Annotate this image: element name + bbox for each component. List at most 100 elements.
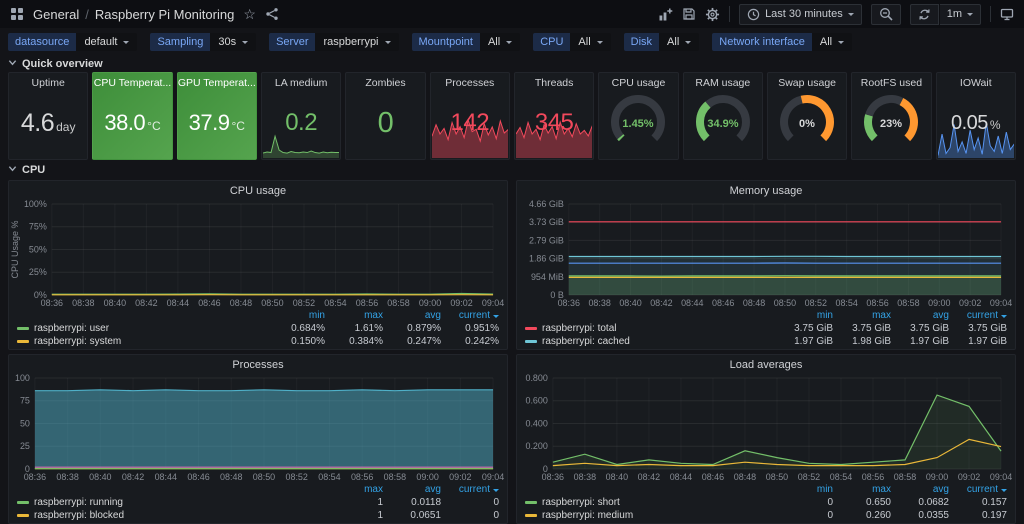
svg-text:08:44: 08:44 [155,472,177,482]
share-icon[interactable] [265,7,279,21]
save-dashboard-icon[interactable] [682,7,696,21]
legend-series-name[interactable]: raspberrypi: medium [525,510,775,521]
chart-plot[interactable]: 08:3608:3808:4008:4208:4408:4608:4808:50… [9,373,507,482]
legend-stat-current[interactable]: current [949,310,1007,321]
variable-label: Server [269,33,315,51]
variable-label: datasource [8,33,76,51]
legend-stat-min[interactable]: min [775,310,833,321]
legend-stat-value: 0 [441,497,499,508]
panel-title[interactable]: Swap usage [768,73,846,89]
legend-stat-value: 0.260 [833,510,891,521]
chevron-down-icon [967,13,973,16]
legend-series-name[interactable]: raspberrypi: user [17,323,267,334]
svg-text:25%: 25% [29,267,47,277]
chart-plot[interactable]: 08:3608:3808:4008:4208:4408:4608:4808:50… [9,199,507,308]
legend-series-name[interactable]: raspberrypi: short [525,497,775,508]
panel-title[interactable]: Processes [9,355,507,373]
variable-value-dropdown[interactable]: All [659,33,699,51]
zoom-out-button[interactable] [871,4,901,25]
breadcrumb-section[interactable]: General [33,7,79,22]
dashboard-settings-gear-icon[interactable] [705,7,720,22]
row-header-cpu[interactable]: CPU [0,162,1024,178]
series-color-swatch [17,340,29,343]
panel-title[interactable]: Zombies [346,73,424,89]
legend-stat-avg[interactable]: avg [891,484,949,495]
legend-stat-current[interactable]: current [441,484,499,495]
chart-plot[interactable]: 08:3608:3808:4008:4208:4408:4608:4808:50… [517,199,1015,308]
stats-row: Uptime4.6dayCPU Temperat...38.0°CGPU Tem… [0,72,1024,160]
refresh-button[interactable] [910,4,939,25]
legend-row: raspberrypi: system0.150%0.384%0.247%0.2… [13,335,503,348]
panel-title[interactable]: CPU usage [9,181,507,199]
add-panel-icon[interactable] [658,7,673,22]
panel-title[interactable]: Processes [431,73,509,89]
legend: minmaxavgcurrent raspberrypi: total 3.75 G… [517,308,1015,348]
stat-value: 37.9 [189,110,230,136]
panel-title[interactable]: Threads [515,73,593,89]
time-range-picker[interactable]: Last 30 minutes [739,4,862,25]
legend-series-name[interactable]: raspberrypi: running [17,497,325,508]
panel-title[interactable]: Load averages [517,355,1015,373]
star-icon[interactable]: ☆ [243,7,256,21]
legend-series-name[interactable]: raspberrypi: total [525,323,775,334]
variable-value-dropdown[interactable]: All [480,33,520,51]
panel-title[interactable]: IOWait [937,73,1015,89]
legend-stat-max[interactable]: max [325,310,383,321]
legend-stat-max[interactable]: max [833,484,891,495]
stat-value-wrap: 0.2 [285,109,317,137]
variable-datasource: datasourcedefault [8,33,137,51]
variable-value-dropdown[interactable]: 30s [210,33,256,51]
panel-title[interactable]: CPU usage [599,73,677,89]
legend-stat-avg[interactable]: avg [383,484,441,495]
svg-text:08:48: 08:48 [743,298,765,308]
panel-title[interactable]: LA medium [262,73,340,89]
svg-text:08:40: 08:40 [104,298,126,308]
variable-value-dropdown[interactable]: All [570,33,610,51]
svg-text:0: 0 [25,464,30,474]
panel-title[interactable]: RAM usage [684,73,762,89]
stat-panel-processes: Processes142 [430,72,510,160]
panel-title[interactable]: Memory usage [517,181,1015,199]
gauge: 1.45% [600,90,676,150]
legend-series-name[interactable]: raspberrypi: blocked [17,510,325,521]
legend-stat-value: 0.650 [833,497,891,508]
svg-text:1.45%: 1.45% [623,118,654,130]
legend-row: raspberrypi: medium00.2600.03550.197 [521,509,1011,522]
svg-text:08:50: 08:50 [766,472,788,482]
legend-stat-value: 3.75 GiB [949,323,1007,334]
stat-value: 0.05 [951,112,988,135]
variable-mountpoint: MountpointAll [412,33,521,51]
legend-stat-avg[interactable]: avg [891,310,949,321]
legend-row: raspberrypi: running10.01180 [13,496,503,509]
variable-value-dropdown[interactable]: raspberrypi [315,33,398,51]
legend-stat-max[interactable]: max [325,484,383,495]
legend-stat-current[interactable]: current [441,310,499,321]
series-color-swatch [17,514,29,517]
stat-panel-swap-usage: Swap usage0% [767,72,847,160]
chart-plot[interactable]: 08:3608:3808:4008:4208:4408:4608:4808:50… [517,373,1015,482]
legend-series-name[interactable]: raspberrypi: cached [525,336,775,347]
breadcrumb-title[interactable]: Raspberry Pi Monitoring [95,7,234,22]
stat-unit: °C [232,119,245,133]
variable-value-dropdown[interactable]: default [76,33,137,51]
dashboards-grid-icon[interactable] [10,7,24,21]
legend-stat-value: 0.247% [383,336,441,347]
panel-title[interactable]: GPU Temperat... [178,73,256,89]
svg-text:50%: 50% [29,244,47,254]
svg-text:08:42: 08:42 [122,472,144,482]
row-header-quick-overview[interactable]: Quick overview [0,56,1024,72]
legend-stat-current[interactable]: current [949,484,1007,495]
kiosk-mode-monitor-icon[interactable] [1000,7,1014,21]
legend-stat-max[interactable]: max [833,310,891,321]
panel-title[interactable]: CPU Temperat... [93,73,171,89]
gauge: 34.9% [685,90,761,150]
refresh-interval-picker[interactable]: 1m [940,4,981,25]
sort-caret-icon [1001,315,1007,318]
panel-title[interactable]: RootFS used [852,73,930,89]
legend-stat-min[interactable]: min [775,484,833,495]
panel-title[interactable]: Uptime [9,73,87,89]
variable-value-dropdown[interactable]: All [812,33,852,51]
legend-stat-avg[interactable]: avg [383,310,441,321]
legend-stat-min[interactable]: min [267,310,325,321]
legend-series-name[interactable]: raspberrypi: system [17,336,267,347]
